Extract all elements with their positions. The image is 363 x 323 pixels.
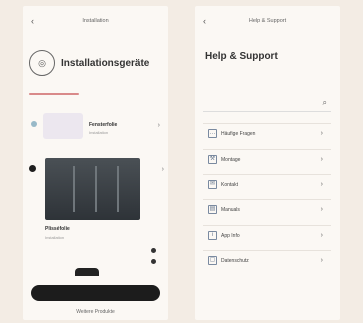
lock-icon: ▢: [208, 256, 217, 265]
menu-item-label: Häufige Fragen: [221, 131, 256, 137]
menu-item-montage[interactable]: ⚒ Montage ›: [203, 149, 331, 170]
more-products-link[interactable]: Weitere Produkte: [23, 309, 168, 315]
menu-item-label: Montage: [221, 157, 241, 163]
feature-subtitle: Installation: [45, 235, 65, 240]
chevron-right-icon: ›: [320, 232, 323, 239]
menu-item-privacy[interactable]: ▢ Datenschutz ›: [203, 250, 331, 271]
menu-item-label: Kontakt: [221, 182, 238, 188]
step-indicator: [151, 259, 156, 264]
step-indicator: [151, 248, 156, 253]
feature-image[interactable]: [45, 158, 140, 220]
menu-item-faq[interactable]: … Häufige Fragen ›: [203, 123, 331, 144]
section-title: Installationsgeräte: [61, 58, 150, 69]
menu-item-label: App Info: [221, 233, 240, 239]
installation-screen: ‹ Installation ◎ Installationsgeräte Fen…: [23, 6, 168, 320]
product-option[interactable]: Fensterfolie Installation ›: [29, 109, 164, 141]
menu-item-label: Datenschutz: [221, 258, 249, 264]
chat-icon: …: [208, 129, 217, 138]
chevron-right-icon: ›: [320, 206, 323, 213]
topbar-title: Help & Support: [248, 18, 287, 24]
page-title: Help & Support: [205, 51, 278, 62]
topbar-title: Installation: [82, 18, 109, 24]
device-icon: ◎: [29, 50, 55, 76]
progress-indicator: [29, 93, 79, 95]
info-icon: i: [208, 231, 217, 240]
feature-title: Plisséfolie: [45, 226, 70, 232]
radio-icon[interactable]: [29, 165, 36, 172]
top-bar: ‹ Help & Support: [195, 16, 340, 30]
book-icon: ▤: [208, 205, 217, 214]
top-bar: ‹ Installation: [23, 16, 168, 30]
menu-item-label: Manuals: [221, 207, 240, 213]
radio-selected-icon[interactable]: [31, 121, 37, 127]
product-thumbnail: [43, 113, 83, 139]
chevron-right-icon: ›: [320, 181, 323, 188]
product-thumbnail: [75, 268, 99, 276]
product-name: Fensterfolie: [89, 122, 118, 128]
product-subtitle: Installation: [89, 130, 109, 135]
section-header: ◎ Installationsgeräte: [29, 50, 164, 80]
wrench-icon: ⚒: [208, 155, 217, 164]
envelope-icon: ✉: [208, 180, 217, 189]
search-field[interactable]: ⌕: [203, 97, 331, 112]
chevron-right-icon[interactable]: ›: [162, 166, 164, 173]
search-icon[interactable]: ⌕: [323, 98, 327, 108]
menu-item-manuals[interactable]: ▤ Manuals ›: [203, 199, 331, 220]
chevron-right-icon: ›: [320, 130, 323, 137]
chevron-right-icon: ›: [320, 257, 323, 264]
menu-item-contact[interactable]: ✉ Kontakt ›: [203, 174, 331, 195]
continue-button[interactable]: [31, 285, 160, 301]
menu-item-app-info[interactable]: i App Info ›: [203, 225, 331, 246]
help-support-screen: ‹ Help & Support Help & Support ⌕ … Häuf…: [195, 6, 340, 320]
chevron-right-icon: ›: [320, 156, 323, 163]
chevron-right-icon[interactable]: ›: [158, 122, 160, 129]
